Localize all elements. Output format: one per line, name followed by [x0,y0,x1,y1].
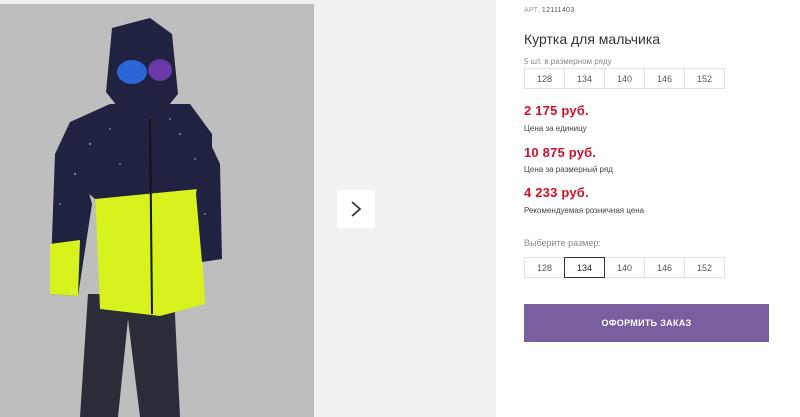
price-pack: 10 875 руб. [524,145,597,160]
size-selector: 128 134 140 146 152 [524,257,725,278]
product-gallery [0,0,496,417]
size-option-146[interactable]: 146 [644,257,685,278]
pack-size-152: 152 [684,68,725,89]
pack-caption: 5 шт. в размерном ряду [524,57,612,66]
jacket-image [0,4,314,417]
pack-size-134: 134 [564,68,605,89]
product-photo[interactable] [0,4,314,417]
price-pack-label: Цена за размерный ряд [524,165,613,174]
pack-sizes: 128 134 140 146 152 [524,68,725,89]
choose-size-label: Выберите размер: [524,238,601,248]
price-unit: 2 175 руб. [524,103,589,118]
pack-size-146: 146 [644,68,685,89]
price-retail: 4 233 руб. [524,185,589,200]
price-retail-label: Рекомендуемая розничная цена [524,206,645,215]
order-button[interactable]: ОФОРМИТЬ ЗАКАЗ [524,304,769,342]
pack-size-140: 140 [604,68,645,89]
price-unit-label: Цена за единицу [524,124,587,133]
article-number: АРТ. 12111403 [524,7,574,14]
size-option-134[interactable]: 134 [564,257,605,278]
size-option-152[interactable]: 152 [684,257,725,278]
size-option-140[interactable]: 140 [604,257,645,278]
article-value: 12111403 [541,7,575,14]
chevron-right-icon [351,201,362,217]
pack-size-128: 128 [524,68,565,89]
gallery-next-button[interactable] [337,190,375,228]
article-label: АРТ. [524,7,540,14]
size-option-128[interactable]: 128 [524,257,565,278]
page-title: Куртка для мальчика [524,31,661,47]
